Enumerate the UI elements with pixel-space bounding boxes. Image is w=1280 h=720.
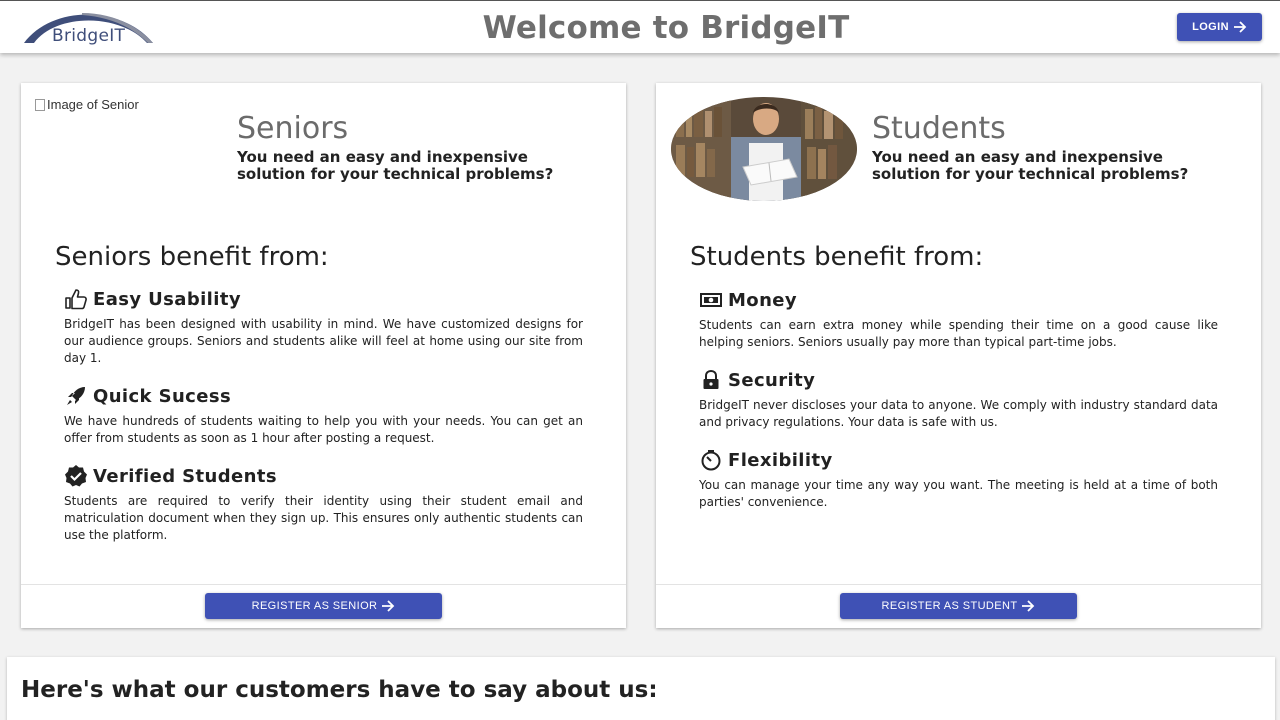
feature-flexibility: Flexibility You can manage your time any… xyxy=(699,449,1218,511)
feature-money: Money Students can earn extra money whil… xyxy=(699,289,1218,351)
broken-image-icon xyxy=(35,98,45,111)
arrow-right-icon xyxy=(382,600,395,612)
feature-text: BridgeIT has been designed with usabilit… xyxy=(64,317,583,365)
feature-title: Easy Usability xyxy=(93,288,241,310)
feature-quick-success: Quick Sucess We have hundreds of student… xyxy=(64,385,583,447)
feature-text: Students can earn extra money while spen… xyxy=(699,318,1218,349)
feature-title: Security xyxy=(728,369,816,391)
register-senior-button[interactable]: REGISTER AS SENIOR xyxy=(205,593,442,619)
arrow-right-icon xyxy=(1233,21,1247,33)
student-subtitle: You need an easy and inexpensive solutio… xyxy=(872,148,1189,183)
senior-subtitle: You need an easy and inexpensive solutio… xyxy=(237,148,554,183)
register-senior-label: REGISTER AS SENIOR xyxy=(251,600,378,612)
login-button[interactable]: LOGIN xyxy=(1177,13,1262,41)
student-photo xyxy=(671,97,857,201)
feature-text: Students are required to verify their id… xyxy=(64,494,583,542)
senior-image-alt: Image of Senior xyxy=(47,97,139,112)
page-title: Welcome to BridgeIT xyxy=(482,10,850,46)
senior-benefit-heading: Seniors benefit from: xyxy=(55,242,329,272)
verified-icon xyxy=(64,464,88,488)
lock-icon xyxy=(699,368,723,392)
senior-title: Seniors xyxy=(237,111,349,146)
feature-title: Flexibility xyxy=(728,449,833,471)
testimonials-title: Here's what our customers have to say ab… xyxy=(21,677,658,703)
feature-title: Verified Students xyxy=(93,465,277,487)
register-student-label: REGISTER AS STUDENT xyxy=(881,600,1018,612)
feature-text: You can manage your time any way you wan… xyxy=(699,478,1218,509)
card-divider xyxy=(21,584,626,585)
student-benefit-heading: Students benefit from: xyxy=(690,242,984,272)
register-student-button[interactable]: REGISTER AS STUDENT xyxy=(840,593,1077,619)
timer-icon xyxy=(699,448,723,472)
card-divider xyxy=(656,584,1261,585)
rocket-icon xyxy=(64,384,88,408)
feature-title: Quick Sucess xyxy=(93,385,232,407)
feature-text: We have hundreds of students waiting to … xyxy=(64,414,583,445)
feature-text: BridgeIT never discloses your data to an… xyxy=(699,398,1218,429)
feature-verified-students: Verified Students Students are required … xyxy=(64,465,583,544)
money-icon xyxy=(699,288,723,312)
senior-image: Image of Senior xyxy=(35,97,139,112)
student-card: Students You need an easy and inexpensiv… xyxy=(656,83,1261,628)
feature-easy-usability: Easy Usability BridgeIT has been designe… xyxy=(64,288,583,367)
student-title: Students xyxy=(872,111,1006,146)
login-label: LOGIN xyxy=(1192,21,1229,33)
senior-card: Image of Senior Seniors You need an easy… xyxy=(21,83,626,628)
feature-security: Security BridgeIT never discloses your d… xyxy=(699,369,1218,431)
arrow-right-icon xyxy=(1022,600,1035,612)
thumbs-up-icon xyxy=(64,287,88,311)
feature-title: Money xyxy=(728,289,798,311)
app-header: BridgeIT Welcome to BridgeIT LOGIN xyxy=(0,0,1280,53)
testimonials-section: Here's what our customers have to say ab… xyxy=(7,657,1275,720)
